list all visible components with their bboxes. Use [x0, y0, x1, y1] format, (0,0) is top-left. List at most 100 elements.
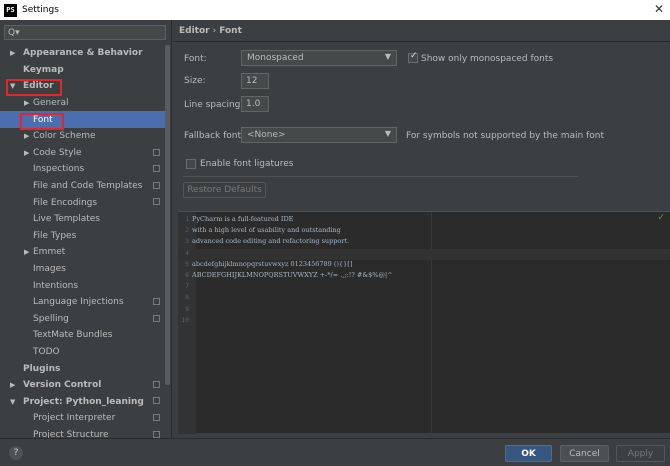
line-number: 1: [185, 215, 189, 223]
sidebar-item-label: Inspections: [33, 164, 85, 175]
project-settings-icon: [153, 314, 160, 322]
pycharm-app-icon: PS: [4, 3, 17, 17]
fallback-font-hint: For symbols not supported by the main fo…: [406, 131, 605, 141]
collapsed-arrow-icon[interactable]: ▶: [24, 132, 29, 140]
sidebar-item[interactable]: ▶ Appearance & Behavior: [0, 45, 165, 62]
right-margin-guide: [431, 212, 432, 434]
line-number: 5: [185, 259, 189, 268]
sidebar-item[interactable]: ▶ Emmet: [0, 244, 165, 261]
sidebar-item[interactable]: Project Interpreter: [0, 410, 165, 427]
sidebar-item-label: Color Scheme: [33, 131, 96, 142]
line-number: 4: [185, 248, 189, 257]
line-number: 6: [185, 271, 189, 279]
font-settings-panel: Editor›Font Font: Monospaced ▼ Show only…: [173, 20, 670, 438]
line-number: 8: [185, 293, 189, 302]
font-preview-editor[interactable]: 1 PyCharm is a full-featured IDE 2 with a h…: [178, 211, 670, 434]
preview-code-line: PyCharm is a full-featured IDE: [192, 215, 294, 223]
sidebar-item[interactable]: ▶ Version Control: [0, 377, 165, 394]
sidebar-item-label: Intentions: [33, 280, 79, 291]
size-value: 12: [246, 76, 258, 86]
sidebar-item-label: Keymap: [23, 64, 64, 75]
sidebar-item[interactable]: Plugins: [0, 360, 165, 377]
breadcrumb-current: Font: [219, 26, 242, 36]
sidebar-item[interactable]: Spelling: [0, 311, 165, 328]
sidebar-item-label: Project Structure: [33, 429, 109, 438]
line-spacing-value: 1.0: [246, 99, 261, 109]
collapsed-arrow-icon[interactable]: ▶: [24, 149, 29, 157]
font-select[interactable]: Monospaced ▼: [241, 50, 397, 66]
cancel-button[interactable]: Cancel: [560, 445, 609, 462]
sidebar-item-label: Project: Python_leaning: [23, 396, 144, 407]
sidebar-item-label: TODO: [33, 346, 60, 357]
sidebar-item-label: Images: [33, 264, 66, 275]
preview-code-line: ABCDEFGHIJKLMNOPQRSTUVWXYZ +-*/= .,;:!? …: [192, 271, 393, 279]
restore-defaults-button[interactable]: Restore Defaults: [183, 182, 266, 198]
sidebar-item[interactable]: ▶ Code Style: [0, 145, 165, 162]
chevron-down-icon: ▼: [384, 129, 391, 138]
settings-sidebar: Q▾ ▶ Appearance & Behavior Keymap ▼ Editor ▶ G…: [0, 20, 172, 438]
sidebar-item[interactable]: Language Injections: [0, 294, 165, 311]
ok-button[interactable]: OK: [505, 445, 552, 462]
collapsed-arrow-icon[interactable]: ▶: [10, 49, 15, 57]
sidebar-item[interactable]: Images: [0, 261, 165, 278]
line-number: 2: [185, 226, 189, 235]
title-bar: PS Settings ✕: [0, 0, 670, 20]
sidebar-item[interactable]: File Types: [0, 228, 165, 245]
size-label: Size:: [184, 76, 206, 86]
preview-code-line: with a high level of usability and outst…: [192, 226, 341, 235]
line-spacing-input[interactable]: 1.0: [241, 96, 269, 112]
dialog-footer: ? OK Cancel Apply: [0, 438, 670, 466]
collapsed-arrow-icon[interactable]: ▶: [24, 99, 29, 107]
chevron-down-icon: ▼: [384, 52, 391, 61]
fallback-font-select[interactable]: <None> ▼: [241, 127, 397, 143]
ligatures-label: Enable font ligatures: [200, 159, 294, 169]
fallback-font-value: <None>: [247, 130, 286, 140]
sidebar-item-label: Emmet: [33, 247, 66, 258]
sidebar-item[interactable]: TextMate Bundles: [0, 327, 165, 344]
sidebar-item[interactable]: File Encodings: [0, 194, 165, 211]
project-settings-icon: [153, 430, 160, 438]
sidebar-item[interactable]: Keymap: [0, 62, 165, 79]
sidebar-item[interactable]: ▶ Color Scheme: [0, 128, 165, 145]
line-number: 7: [185, 282, 189, 291]
sidebar-item-label: Appearance & Behavior: [23, 48, 143, 59]
project-settings-icon: [153, 165, 160, 173]
sidebar-scrollbar[interactable]: [165, 45, 170, 385]
sidebar-item[interactable]: Live Templates: [0, 211, 165, 228]
line-number: 10: [181, 315, 189, 324]
collapsed-arrow-icon[interactable]: ▶: [10, 381, 15, 389]
inspection-ok-icon: ✓: [657, 213, 665, 223]
breadcrumb-parent: Editor: [179, 26, 210, 36]
search-icon: Q▾: [8, 27, 20, 38]
sidebar-item-label: File Encodings: [33, 197, 98, 208]
size-input[interactable]: 12: [241, 73, 269, 89]
collapsed-arrow-icon[interactable]: ▶: [24, 248, 29, 256]
sidebar-item[interactable]: Project Structure: [0, 427, 165, 438]
sidebar-item-label: Project Interpreter: [33, 413, 116, 424]
help-icon[interactable]: ?: [9, 446, 23, 460]
project-settings-icon: [153, 297, 160, 305]
sidebar-item-label: Spelling: [33, 313, 69, 324]
sidebar-item-label: Version Control: [23, 380, 102, 391]
apply-button[interactable]: Apply: [616, 445, 665, 462]
sidebar-item-label: Live Templates: [33, 214, 100, 225]
sidebar-item[interactable]: ▼ Project: Python_leaning: [0, 393, 165, 410]
options-divider: [183, 176, 578, 177]
sidebar-item-label: Code Style: [33, 147, 82, 158]
monospaced-only-checkbox[interactable]: [408, 51, 418, 63]
preview-code-line: abcdefghijklmnopqrstuvwxyz 0123456789 ()…: [192, 259, 353, 268]
sidebar-item[interactable]: File and Code Templates: [0, 178, 165, 195]
breadcrumb-separator: ›: [212, 26, 217, 36]
sidebar-item-label: TextMate Bundles: [33, 330, 113, 341]
sidebar-item[interactable]: Inspections: [0, 161, 165, 178]
sidebar-item-label: Plugins: [23, 363, 61, 374]
ligatures-checkbox[interactable]: [186, 159, 196, 169]
close-icon[interactable]: ✕: [654, 2, 664, 16]
monospaced-only-label: Show only monospaced fonts: [421, 54, 554, 64]
expanded-arrow-icon[interactable]: ▼: [10, 398, 15, 406]
sidebar-item[interactable]: ▶ General: [0, 95, 165, 112]
sidebar-item[interactable]: Intentions: [0, 277, 165, 294]
settings-search-input[interactable]: Q▾: [4, 25, 166, 40]
sidebar-item[interactable]: TODO: [0, 344, 165, 361]
font-label: Font:: [184, 54, 207, 64]
